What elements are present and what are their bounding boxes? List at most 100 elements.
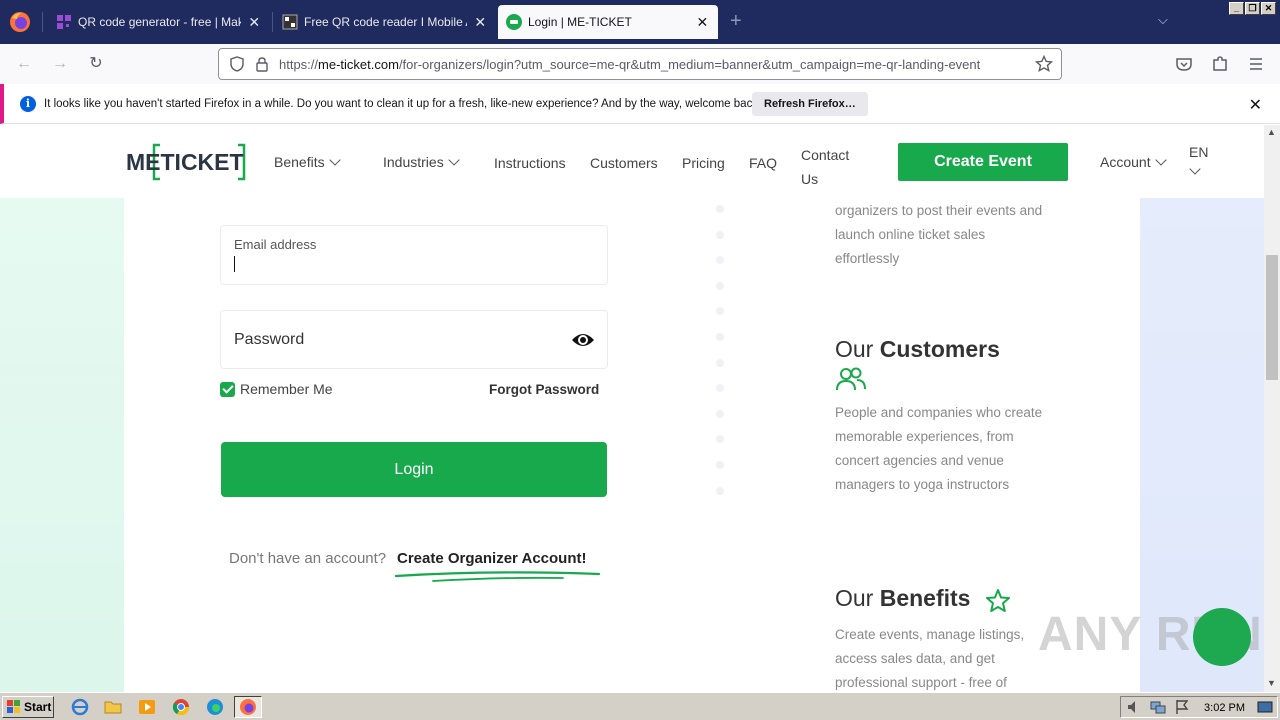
folder-icon[interactable] bbox=[104, 698, 122, 716]
action-center-flag-icon[interactable] bbox=[1173, 698, 1191, 716]
firefox-taskbar-icon[interactable] bbox=[239, 698, 257, 716]
anyrun-logo-circle bbox=[1193, 608, 1251, 666]
url-bar[interactable]: https://me-ticket.com/for-organizers/log… bbox=[218, 48, 1062, 80]
logo-text: METICKET bbox=[126, 149, 244, 175]
system-tray: 3:02 PM bbox=[1120, 696, 1278, 718]
new-tab-button[interactable]: + bbox=[730, 10, 742, 33]
login-button[interactable]: Login bbox=[221, 442, 607, 497]
clock: 3:02 PM bbox=[1204, 702, 1245, 714]
nav-label: Account bbox=[1100, 154, 1151, 170]
pocket-icon[interactable] bbox=[1175, 55, 1193, 73]
minimize-icon[interactable]: _ bbox=[1229, 2, 1244, 15]
left-gradient-panel bbox=[0, 198, 124, 692]
nav-industries[interactable]: Industries bbox=[383, 154, 460, 170]
qr-favicon-icon bbox=[57, 15, 71, 29]
create-organizer-account-link[interactable]: Create Organizer Account! bbox=[397, 550, 587, 567]
tab-me-ticket-login[interactable]: Login | ME-TICKET ✕ bbox=[498, 5, 718, 39]
restore-icon[interactable]: ❐ bbox=[1245, 2, 1260, 15]
remember-me-checkbox[interactable]: Remember Me bbox=[220, 381, 333, 397]
customers-heading: Our Customers bbox=[835, 336, 1000, 363]
heading-bold: Benefits bbox=[879, 585, 971, 611]
divider-dot bbox=[716, 205, 724, 213]
start-button[interactable]: Start bbox=[2, 696, 54, 718]
notification-close-icon[interactable]: ✕ bbox=[1249, 95, 1262, 115]
create-event-button[interactable]: Create Event bbox=[898, 143, 1068, 181]
edge-icon[interactable] bbox=[206, 698, 224, 716]
customers-description: People and companies who create memorabl… bbox=[835, 405, 1043, 492]
me-ticket-favicon-icon bbox=[506, 14, 522, 30]
nav-pricing[interactable]: Pricing bbox=[682, 155, 725, 171]
tracking-protection-shield-icon[interactable] bbox=[229, 56, 245, 72]
scroll-up-arrow-icon[interactable]: ▲ bbox=[1267, 127, 1276, 137]
nav-label: Contact bbox=[801, 147, 850, 163]
firefox-refresh-notification: i It looks like you haven't started Fire… bbox=[0, 84, 1280, 124]
email-label: Email address bbox=[234, 237, 317, 252]
language-selector[interactable]: EN bbox=[1189, 144, 1208, 176]
text-caret bbox=[234, 256, 235, 272]
divider-dot bbox=[716, 333, 724, 341]
reload-icon[interactable]: ↻ bbox=[86, 54, 106, 74]
nav-customers[interactable]: Customers bbox=[590, 155, 658, 171]
url-host: me-ticket.com bbox=[318, 56, 399, 72]
volume-icon[interactable] bbox=[1125, 698, 1143, 716]
nav-faq[interactable]: FAQ bbox=[749, 155, 777, 171]
chrome-icon[interactable] bbox=[172, 698, 190, 716]
nav-benefits[interactable]: Benefits bbox=[274, 154, 341, 170]
star-icon bbox=[986, 589, 1010, 612]
url-path: /for-organizers/login?utm_source=me-qr&u… bbox=[398, 56, 981, 72]
forgot-password-link[interactable]: Forgot Password bbox=[489, 382, 599, 397]
refresh-firefox-button[interactable]: Refresh Firefox… bbox=[752, 92, 868, 116]
tab-title: Free QR code reader I Mobile App bbox=[304, 15, 467, 29]
chevron-down-icon bbox=[448, 154, 460, 166]
scroll-thumb[interactable] bbox=[1266, 255, 1278, 380]
remember-me-label: Remember Me bbox=[240, 381, 333, 397]
chevron-down-icon bbox=[328, 154, 341, 166]
benefits-description: Create events, manage listings, access s… bbox=[835, 627, 1025, 690]
qr-reader-favicon-icon bbox=[282, 14, 298, 30]
checkbox-checked-icon[interactable] bbox=[220, 381, 235, 397]
tab-qr-generator[interactable]: QR code generator - free | Make Cu ✕ bbox=[48, 5, 270, 39]
close-icon[interactable]: ✕ bbox=[247, 14, 262, 31]
meticket-logo[interactable]: METICKET bbox=[126, 142, 248, 182]
underline-swoosh-decoration bbox=[394, 571, 601, 582]
tab-qr-reader[interactable]: Free QR code reader I Mobile App ✕ bbox=[274, 5, 496, 39]
window-close-icon[interactable]: ✕ bbox=[1261, 2, 1276, 15]
scroll-down-arrow-icon[interactable]: ▼ bbox=[1267, 678, 1276, 688]
divider-dot bbox=[716, 281, 724, 290]
extensions-puzzle-icon[interactable] bbox=[1211, 55, 1229, 73]
hamburger-menu-icon[interactable] bbox=[1247, 55, 1265, 73]
heading-bold: Customers bbox=[879, 336, 1000, 362]
browser-nav-bar: ← → ↻ https://me-ticket.com/for-organize… bbox=[0, 44, 1280, 84]
email-field[interactable]: Email address bbox=[220, 225, 608, 285]
start-label: Start bbox=[24, 700, 52, 714]
eye-icon[interactable] bbox=[571, 331, 595, 349]
tab-title: QR code generator - free | Make Cu bbox=[78, 15, 241, 29]
chevron-down-icon bbox=[1189, 163, 1201, 175]
nav-contact-us[interactable]: Contact Us bbox=[801, 143, 849, 191]
divider-dot bbox=[716, 461, 724, 469]
notification-message: It looks like you haven't started Firefo… bbox=[44, 97, 762, 110]
back-arrow-icon[interactable]: ← bbox=[14, 54, 34, 74]
page-scrollbar[interactable]: ▲ ▼ bbox=[1264, 125, 1280, 692]
password-field[interactable]: Password bbox=[220, 310, 608, 369]
nav-instructions[interactable]: Instructions bbox=[494, 155, 566, 171]
divider-dot bbox=[716, 409, 724, 418]
password-placeholder: Password bbox=[234, 331, 305, 348]
network-icon[interactable] bbox=[1149, 698, 1167, 716]
ie-icon[interactable] bbox=[71, 698, 89, 716]
browser-tab-bar: QR code generator - free | Make Cu ✕ Fre… bbox=[0, 0, 1280, 44]
nav-account[interactable]: Account bbox=[1100, 154, 1167, 170]
forward-arrow-icon[interactable]: → bbox=[50, 54, 70, 74]
list-all-tabs-chevron-icon[interactable]: ⌵ bbox=[1158, 12, 1168, 28]
lock-icon[interactable] bbox=[255, 56, 269, 72]
bookmark-star-icon[interactable] bbox=[1035, 55, 1053, 73]
close-icon[interactable]: ✕ bbox=[695, 14, 710, 31]
media-player-icon[interactable] bbox=[138, 698, 156, 716]
heading-prefix: Our bbox=[835, 585, 874, 611]
close-icon[interactable]: ✕ bbox=[473, 14, 488, 31]
url-text[interactable]: https://me-ticket.com/for-organizers/log… bbox=[279, 57, 1029, 72]
divider-dot bbox=[716, 358, 724, 367]
show-desktop-icon[interactable] bbox=[1257, 698, 1273, 716]
firefox-menu-icon[interactable] bbox=[8, 10, 32, 34]
tab-title: Login | ME-TICKET bbox=[528, 15, 632, 29]
